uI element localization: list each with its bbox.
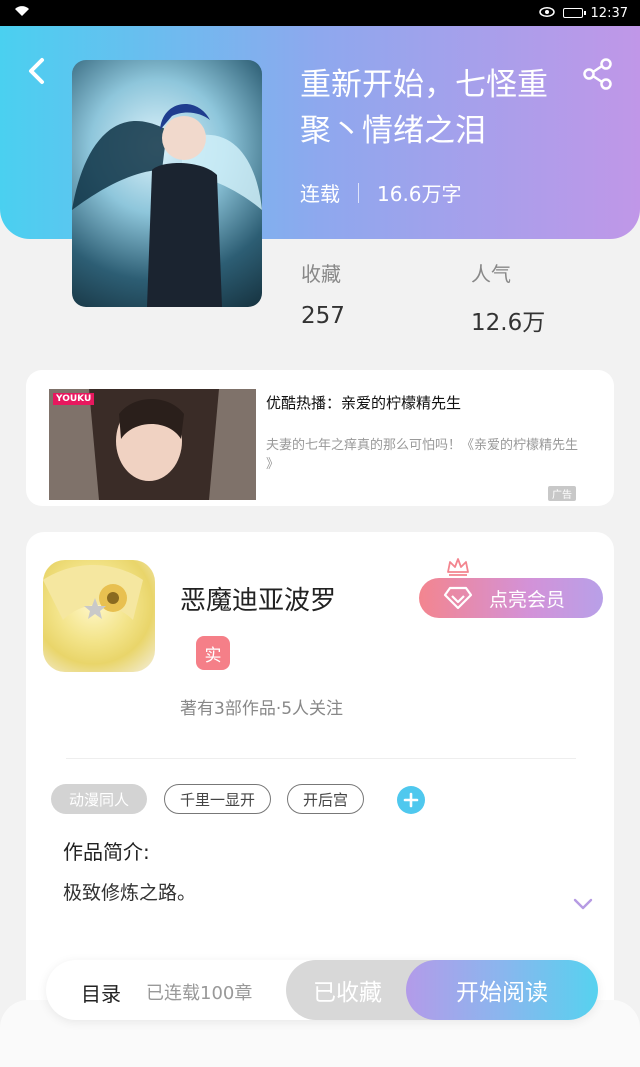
author-avatar[interactable] xyxy=(43,560,155,672)
book-status: 连载 xyxy=(300,182,340,206)
vip-button-label: 点亮会员 xyxy=(489,588,566,611)
ad-image: YOUKU xyxy=(49,389,256,500)
cover-illustration xyxy=(72,103,262,307)
wifi-icon xyxy=(14,5,30,21)
ad-card[interactable]: YOUKU 优酷热播：亲爱的柠檬精先生 夫妻的七年之痒真的那么可怕吗！《亲爱的柠… xyxy=(26,370,614,506)
status-time: 12:37 xyxy=(590,5,628,21)
ad-description: 夫妻的七年之痒真的那么可怕吗！《亲爱的柠檬精先生 》 xyxy=(266,438,579,472)
stat-favorites: 收藏 257 xyxy=(301,258,345,329)
intro-heading: 作品简介: xyxy=(63,840,150,864)
toc-status: 已连载100章 xyxy=(146,983,253,1004)
book-meta: 连载 16.6万字 xyxy=(300,178,462,207)
book-cover[interactable] xyxy=(72,60,262,307)
book-title: 重新开始，七怪重聚丶情绪之泪 xyxy=(300,67,548,149)
stat-label: 收藏 xyxy=(301,262,341,286)
share-icon xyxy=(583,58,612,90)
battery-icon xyxy=(562,8,586,18)
status-bar: 12:37 xyxy=(0,0,640,26)
ad-illustration xyxy=(49,389,256,500)
avatar-illustration xyxy=(43,565,143,620)
stat-popularity: 人气 12.6万 xyxy=(471,258,545,337)
collected-label: 已收藏 xyxy=(313,980,382,1006)
author-name: 恶魔迪亚波罗 xyxy=(180,586,337,616)
tag-item[interactable]: 千里一显开 xyxy=(164,784,271,814)
eye-icon xyxy=(538,6,555,21)
vip-button[interactable]: 点亮会员 xyxy=(419,578,603,618)
tag-item[interactable]: 开后宫 xyxy=(287,784,364,814)
toc-button[interactable]: 目录 xyxy=(81,978,121,1007)
youku-logo: YOUKU xyxy=(53,393,95,405)
stat-label: 人气 xyxy=(471,262,511,286)
author-stats: 著有3部作品·5人关注 xyxy=(180,699,344,719)
divider xyxy=(66,758,576,759)
verified-badge: 实 xyxy=(196,636,230,670)
add-tag-button[interactable] xyxy=(397,786,425,814)
plus-icon xyxy=(403,792,419,808)
intro-text: 极致修炼之路。 xyxy=(63,882,197,904)
meta-divider xyxy=(358,182,359,203)
chevron-left-icon xyxy=(29,58,44,84)
diamond-icon xyxy=(443,586,473,610)
share-button[interactable] xyxy=(580,56,616,92)
ad-title: 优酷热播：亲爱的柠檬精先生 xyxy=(266,394,462,412)
start-reading-label: 开始阅读 xyxy=(456,980,548,1006)
stat-value: 257 xyxy=(301,303,345,329)
tag-item[interactable]: 动漫同人 xyxy=(51,784,147,814)
ad-badge: 广告 xyxy=(548,486,576,501)
stat-value: 12.6万 xyxy=(471,310,546,336)
book-word-count: 16.6万字 xyxy=(377,182,462,206)
back-button[interactable] xyxy=(22,56,52,86)
start-reading-button[interactable]: 开始阅读 xyxy=(406,960,598,1020)
crown-icon xyxy=(446,556,470,576)
bottom-action-bar: 目录 已连载100章 已收藏 开始阅读 xyxy=(46,960,598,1020)
chevron-down-icon[interactable] xyxy=(572,896,594,912)
